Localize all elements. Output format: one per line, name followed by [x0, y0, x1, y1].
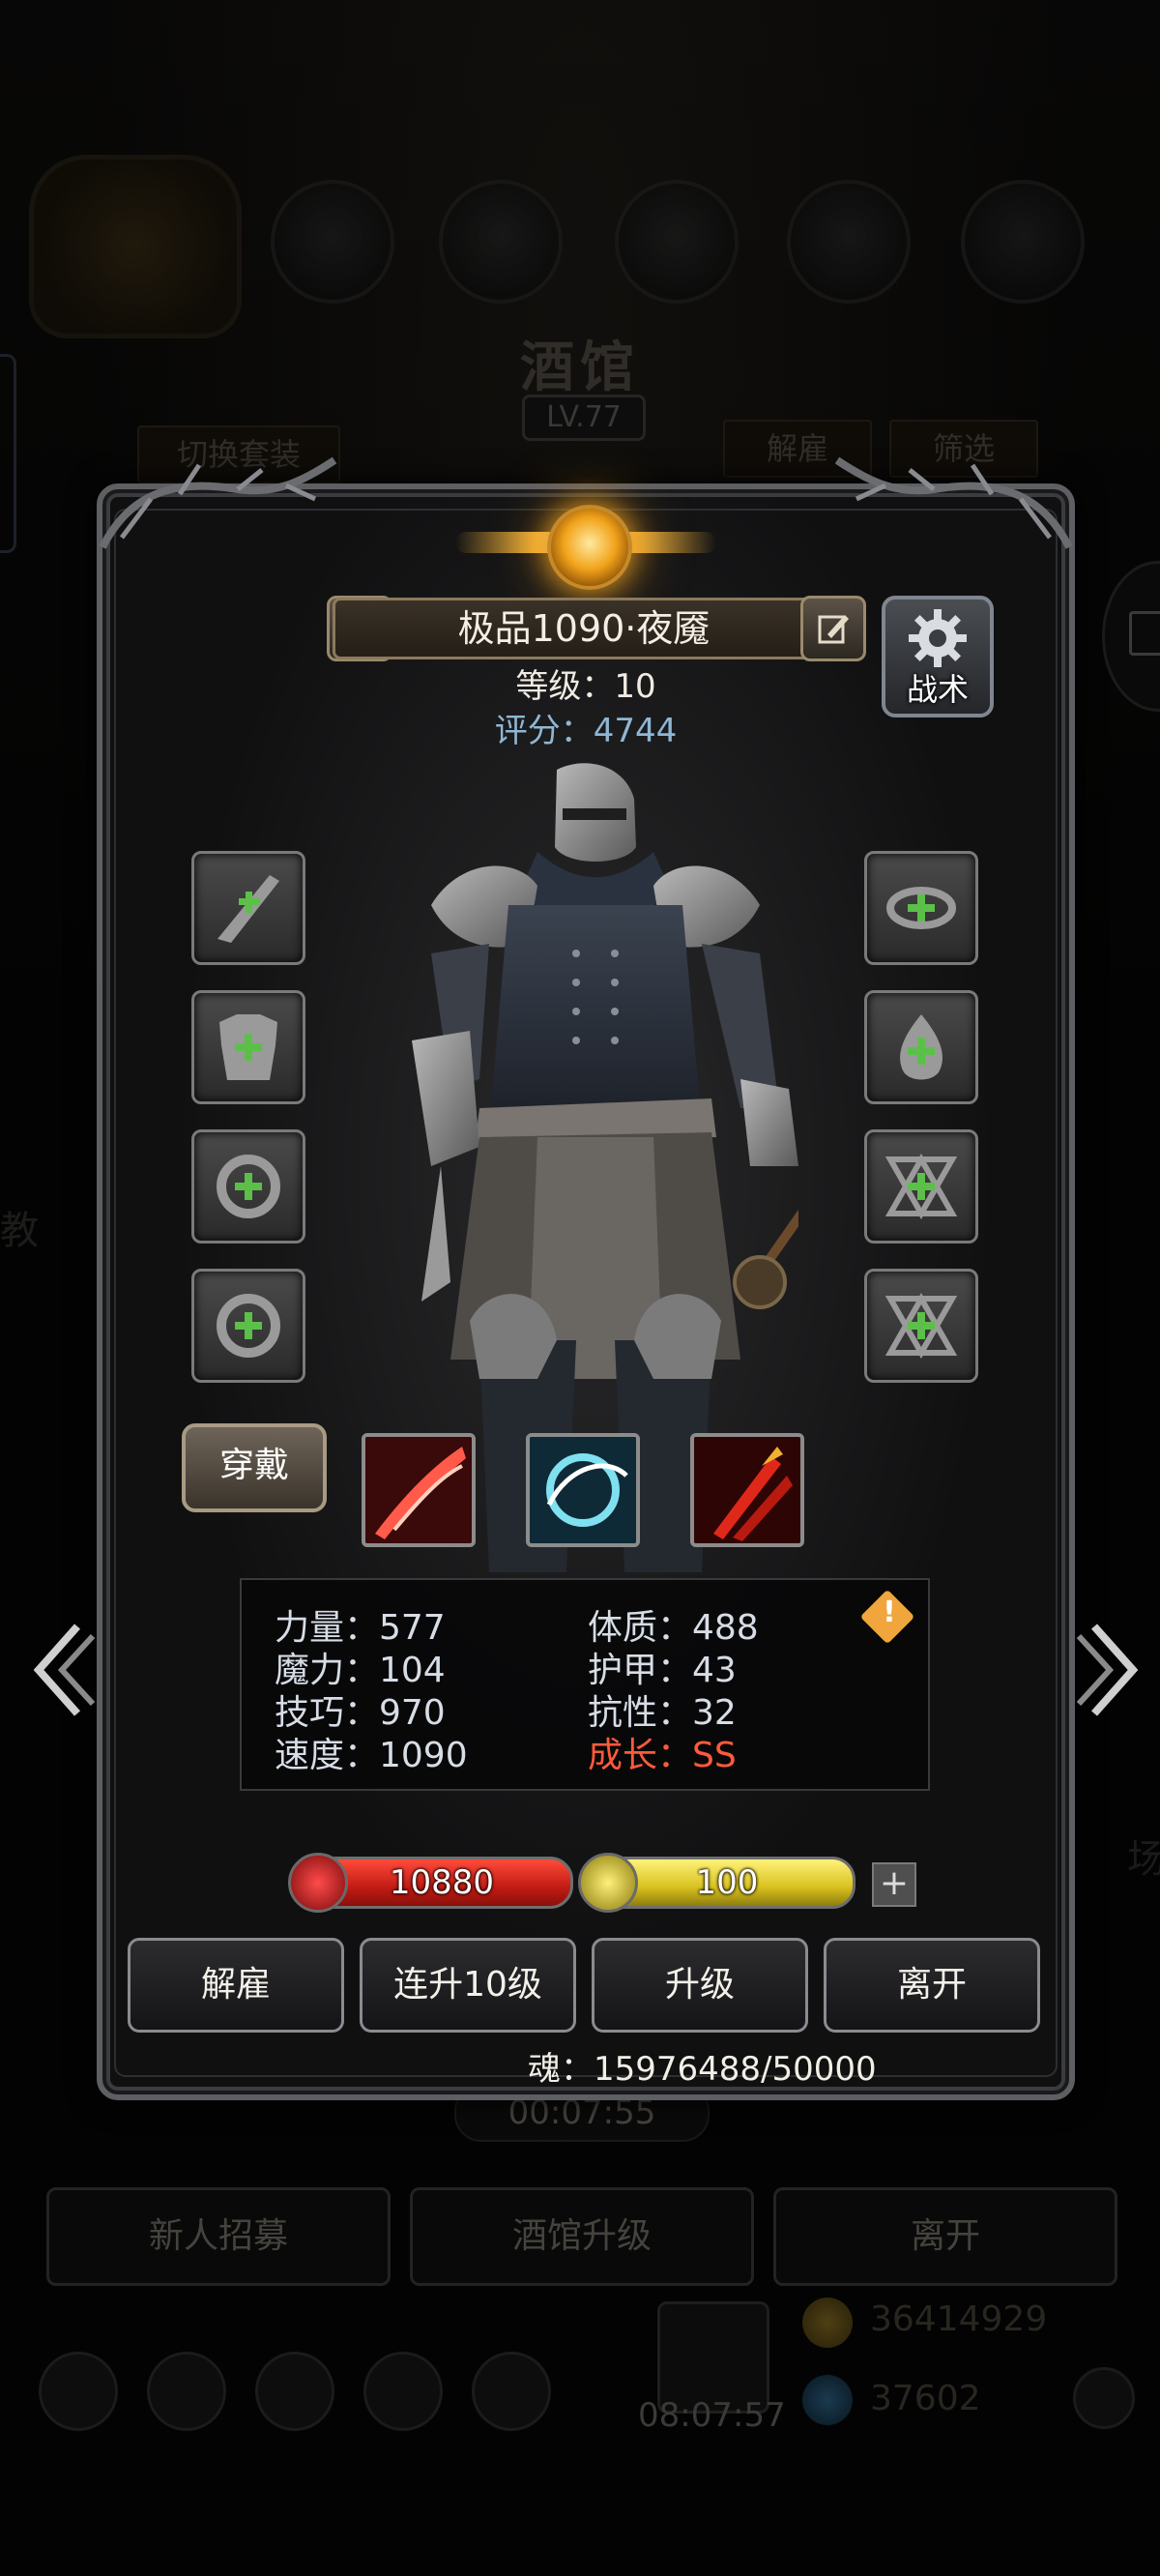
hp-bar: 10880: [310, 1857, 573, 1909]
rune-slot[interactable]: [864, 1269, 978, 1383]
soul-amount: 魂：15976488/50000: [528, 2050, 877, 2089]
rune-slot[interactable]: [864, 1129, 978, 1244]
helmet-silhouette-icon: [886, 887, 956, 929]
level-up-button[interactable]: 升级: [592, 1938, 808, 2033]
rune-silhouette-icon: [884, 1153, 958, 1220]
ring-slot[interactable]: [191, 1269, 305, 1383]
amulet-slot[interactable]: [864, 990, 978, 1104]
stat-speed: 速度：1090: [275, 1736, 468, 1775]
add-energy-button[interactable]: +: [872, 1862, 916, 1907]
amulet-silhouette-icon: [900, 1014, 942, 1080]
thorn-ornament-left: [99, 456, 337, 549]
armor-slot[interactable]: [191, 990, 305, 1104]
rename-button[interactable]: [800, 596, 866, 661]
ring-slot[interactable]: [191, 1129, 305, 1244]
energy-value: 100: [695, 1863, 759, 1902]
wear-button[interactable]: 穿戴: [182, 1423, 327, 1512]
tactics-button[interactable]: 战术: [882, 596, 994, 717]
tactics-label: 战术: [906, 671, 969, 708]
hero-stats-panel: 力量：577 魔力：104 技巧：970 速度：1090 体质：488 护甲：4…: [240, 1578, 930, 1791]
hero-name: 极品1090·夜魇: [333, 598, 835, 659]
next-hero-arrow-icon[interactable]: [1075, 1617, 1152, 1723]
thorn-ornament-right: [834, 456, 1073, 549]
helmet-slot[interactable]: [864, 851, 978, 965]
dismiss-button[interactable]: 解雇: [128, 1938, 344, 2033]
prev-hero-arrow-icon[interactable]: [19, 1617, 97, 1723]
weapon-slot[interactable]: [191, 851, 305, 965]
skill-claw-icon[interactable]: [690, 1433, 804, 1547]
hp-value: 10880: [389, 1863, 495, 1902]
ring-silhouette-icon: [217, 1294, 280, 1358]
skill-slash-icon[interactable]: [362, 1433, 476, 1547]
heart-icon: [288, 1853, 348, 1913]
level-up-10-button[interactable]: 连升10级: [360, 1938, 576, 2033]
rune-silhouette-icon: [884, 1292, 958, 1360]
dagger-silhouette-icon: [218, 875, 279, 943]
lightning-icon: [578, 1853, 638, 1913]
gear-icon: [909, 609, 967, 667]
leave-button[interactable]: 离开: [824, 1938, 1040, 2033]
armor-silhouette-icon: [219, 1014, 277, 1080]
stat-growth: 成长：SS: [588, 1736, 737, 1775]
skill-whirl-icon[interactable]: [526, 1433, 640, 1547]
ring-silhouette-icon: [217, 1155, 280, 1218]
edit-icon: [818, 615, 849, 644]
crest-emblem-icon: [547, 505, 632, 590]
warning-mark: !: [883, 1595, 896, 1629]
hero-detail-dialog: 极品1090·夜魇 等级：10 评分：4744 战术 穿戴 力量：577 魔力：…: [33, 456, 1139, 2100]
